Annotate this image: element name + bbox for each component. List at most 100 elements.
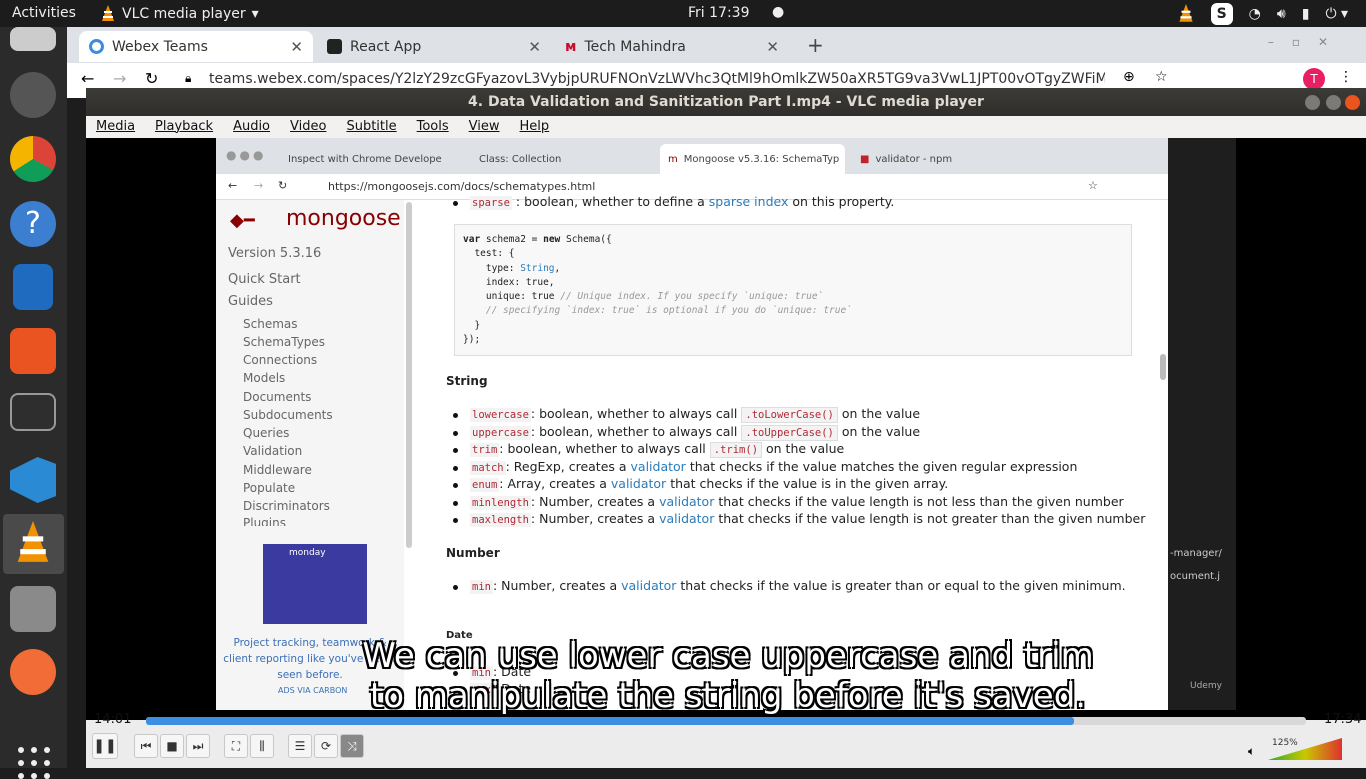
skype-icon[interactable]: S	[1210, 3, 1233, 25]
tab-label: Inspect with Chrome Develope	[288, 153, 442, 165]
tab-label: Class: Collection	[479, 153, 562, 165]
tab-label: Tech Mahindra	[584, 38, 686, 55]
vlc-window: 4. Data Validation and Sanitization Part…	[86, 88, 1366, 768]
activities-button[interactable]: Activities	[12, 5, 76, 21]
panel-text: -manager/	[1170, 548, 1222, 559]
next-button[interactable]: ⏭	[186, 734, 210, 758]
list-item: min: Number, creates a validator that ch…	[453, 578, 1126, 594]
profile-avatar[interactable]: T	[1303, 68, 1325, 90]
bookmark-star-icon[interactable]: ☆	[1155, 69, 1168, 85]
docs-sidebar: ◆━ mongoose Version 5.3.16 Quick Start G…	[216, 200, 404, 710]
menu-help[interactable]: Help	[510, 116, 560, 138]
show-apps-icon[interactable]	[18, 747, 50, 779]
seek-progress	[146, 717, 1074, 725]
list-item: lowercase: boolean, whether to always ca…	[452, 406, 921, 423]
nav-item: Subdocuments	[243, 408, 333, 422]
nav-item: Schemas	[243, 317, 298, 331]
techm-icon: ᴍ	[565, 38, 577, 55]
sidebar-scrollbar	[406, 202, 412, 548]
mail-app-icon[interactable]	[10, 27, 56, 51]
window-controls[interactable]: –▫✕	[1268, 35, 1346, 49]
menu-playback[interactable]: Playback	[145, 116, 223, 138]
nav-item: SchemaTypes	[243, 335, 326, 349]
rhythmbox-icon[interactable]	[10, 72, 56, 118]
nav-item: Discriminators	[243, 499, 330, 513]
nav-quick-start: Quick Start	[228, 272, 301, 287]
video-area[interactable]: -manager/ ocument.j Udemy ●●● Inspect wi…	[86, 138, 1366, 720]
previous-button[interactable]: ⏮	[134, 734, 158, 758]
forward-icon[interactable]: →	[113, 69, 126, 88]
menu-subtitle[interactable]: Subtitle	[336, 116, 406, 138]
maximize-icon[interactable]	[1326, 95, 1341, 110]
clock[interactable]: Fri 17:39	[688, 5, 749, 21]
forward-icon: →	[254, 179, 264, 192]
dock: ?	[0, 27, 67, 779]
nav-guides: Guides	[228, 294, 273, 309]
page-scrollbar	[1160, 354, 1166, 380]
volume-value: 125%	[1272, 738, 1298, 748]
writer-icon[interactable]	[13, 264, 53, 310]
loop-button[interactable]: ⟳	[314, 734, 338, 758]
vlc-dock-icon[interactable]	[10, 521, 56, 567]
bookmark-star-icon: ☆	[1088, 179, 1098, 192]
wifi-icon[interactable]: ◔	[1249, 6, 1261, 22]
close-tab-icon[interactable]: ✕	[290, 38, 303, 56]
pause-button[interactable]: ❚❚	[92, 733, 118, 759]
system-top-bar: Activities VLC media player ▾ Fri 17:39 …	[0, 0, 1366, 27]
extended-settings-button[interactable]: ⫼	[250, 734, 274, 758]
tab-webex[interactable]: Webex Teams ✕	[79, 31, 313, 62]
nav-item: Documents	[243, 390, 312, 404]
power-icon[interactable]: ⏻ ▾	[1325, 6, 1348, 22]
logo-text: mongoose	[286, 206, 401, 231]
terminal-icon[interactable]	[10, 393, 56, 431]
zoom-icon[interactable]: ⊕	[1123, 69, 1135, 85]
close-icon[interactable]	[1345, 95, 1360, 110]
recorded-tab-active: m Mongoose v5.3.16: SchemaTyp	[660, 144, 845, 174]
speaker-icon[interactable]: 🔈︎	[1248, 744, 1255, 759]
fullscreen-button[interactable]: ⛶	[224, 734, 248, 758]
files-icon[interactable]	[10, 586, 56, 632]
menu-view[interactable]: View	[459, 116, 510, 138]
subtitle-overlay: We can use lower case uppercase and trim…	[328, 636, 1128, 716]
chrome-icon[interactable]	[10, 136, 56, 182]
recorded-browser: ●●● Inspect with Chrome Develope Class: …	[216, 138, 1168, 710]
volume-icon[interactable]: 🔊︎	[1277, 6, 1286, 22]
menu-audio[interactable]: Audio	[223, 116, 280, 138]
playlist-button[interactable]: ☰	[288, 734, 312, 758]
menu-media[interactable]: Media	[86, 116, 145, 138]
close-tab-icon[interactable]: ✕	[528, 38, 541, 56]
shuffle-button[interactable]: ⤨	[340, 734, 364, 758]
close-tab-icon[interactable]: ✕	[766, 38, 779, 56]
total-time[interactable]: 17:34	[1324, 712, 1361, 727]
help-icon[interactable]: ?	[10, 201, 56, 247]
minimize-icon[interactable]	[1305, 95, 1320, 110]
list-item: match: RegExp, creates a validator that …	[452, 459, 1078, 475]
list-item: minlength: Number, creates a validator t…	[453, 494, 1124, 510]
postman-icon[interactable]	[10, 649, 56, 695]
url-field[interactable]: teams.webex.com/spaces/Y2lzY29zcGFyazovL…	[209, 71, 1105, 87]
tab-techm[interactable]: ᴍ Tech Mahindra ✕	[555, 31, 789, 62]
heading-number: Number	[446, 546, 500, 560]
new-tab-icon[interactable]: +	[807, 33, 824, 57]
software-center-icon[interactable]	[10, 328, 56, 374]
stop-button[interactable]: ■	[160, 734, 184, 758]
menu-video[interactable]: Video	[280, 116, 336, 138]
vlc-menubar: Media Playback Audio Video Subtitle Tool…	[86, 116, 1366, 138]
battery-icon[interactable]: ▮	[1302, 6, 1310, 22]
system-tray[interactable]: S ◔ 🔊︎ ▮ ⏻ ▾	[1177, 3, 1348, 25]
vscode-icon[interactable]	[10, 457, 56, 503]
app-menu[interactable]: VLC media player ▾	[100, 5, 259, 23]
menu-tools[interactable]: Tools	[407, 116, 459, 138]
nav-item: Connections	[243, 353, 318, 367]
tab-react[interactable]: React App ✕	[317, 31, 551, 62]
recorded-tab: Class: Collection	[471, 144, 656, 174]
webex-icon	[89, 39, 104, 54]
back-icon[interactable]: ←	[81, 69, 94, 88]
menu-icon[interactable]: ⋮	[1339, 69, 1353, 85]
vlc-tray-icon[interactable]	[1177, 4, 1195, 24]
back-icon: ←	[228, 179, 238, 192]
recorded-tabs: ●●● Inspect with Chrome Develope Class: …	[216, 138, 1168, 174]
panel-text: ocument.j	[1170, 571, 1221, 582]
seek-bar[interactable]	[146, 717, 1306, 725]
reload-icon[interactable]: ↻	[145, 69, 158, 88]
